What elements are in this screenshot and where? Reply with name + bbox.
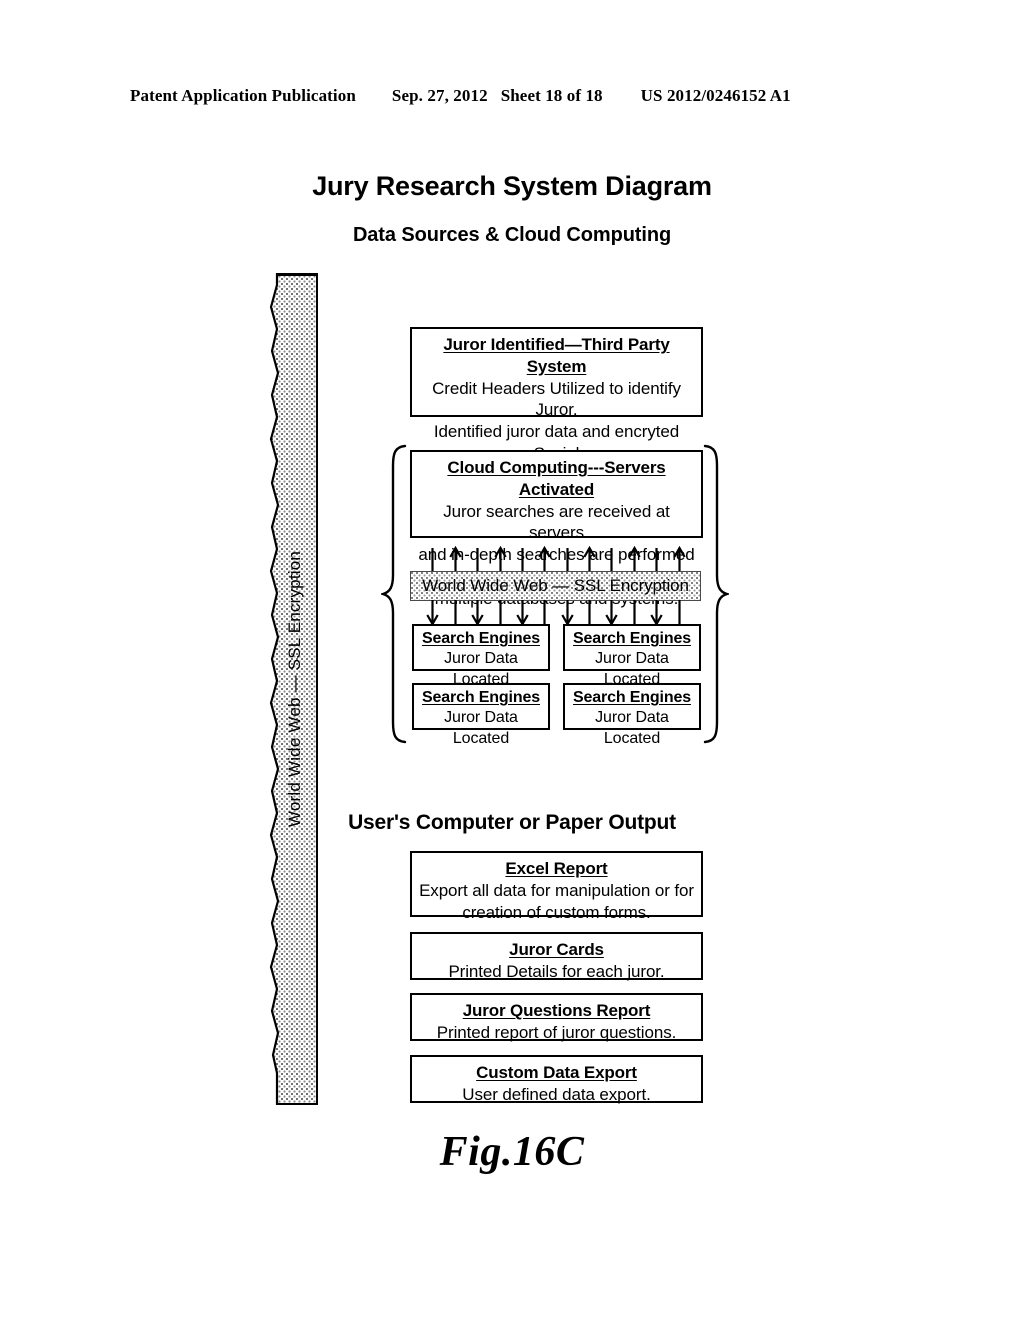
cloud-computing-box: Cloud Computing---Servers Activated Juro… (410, 450, 703, 608)
world-wide-web-ssl-band (266, 273, 318, 1105)
excel-report-line-2: creation of custom forms. (462, 902, 651, 922)
left-curly-brace (381, 444, 407, 744)
search-engines-title-4: Search Engines (573, 689, 691, 706)
cloud-computing-title: Cloud Computing---Servers Activated (447, 458, 666, 499)
diagram-title: Jury Research System Diagram (312, 171, 712, 201)
custom-data-export-line-1: User defined data export. (462, 1084, 651, 1104)
juror-identified-line-1: Credit Headers Utilized to identify Juro… (432, 378, 681, 420)
downward-data-flow-arrows (426, 600, 681, 626)
juror-questions-line-1: Printed report of juror questions. (436, 1022, 677, 1042)
header-date-label: Sep. 27, 2012 (391, 86, 488, 105)
ssl-band-torn-left-edge (266, 273, 280, 1105)
juror-identified-box: Juror Identified—Third Party System Cred… (410, 327, 703, 506)
juror-questions-report-box: Juror Questions Report Printed report of… (410, 993, 703, 1042)
search-engines-body-4: Juror Data Located (595, 709, 669, 747)
header-patent-number: US 2012/0246152 A1 (640, 86, 791, 105)
search-engines-box-1: Search Engines Juror Data Located (412, 624, 550, 688)
right-curly-brace (703, 444, 729, 744)
diagram-subtitle: Data Sources & Cloud Computing (352, 224, 672, 246)
excel-report-line-1: Export all data for manipulation or for (419, 880, 694, 900)
juror-cards-line-1: Printed Details for each juror. (448, 961, 665, 981)
search-engines-box-2: Search Engines Juror Data Located (563, 624, 701, 688)
header-sheet-label: Sheet 18 of 18 (500, 86, 603, 105)
juror-questions-title: Juror Questions Report (462, 1001, 651, 1020)
juror-cards-box: Juror Cards Printed Details for each jur… (410, 932, 703, 981)
world-wide-web-ssl-strip: World Wide Web — SSL Encryption (410, 571, 701, 601)
custom-data-export-title: Custom Data Export (476, 1063, 637, 1082)
search-engines-box-3: Search Engines Juror Data Located (412, 683, 550, 747)
www-strip-label: World Wide Web — SSL Encryption (422, 576, 689, 595)
search-engines-title-3: Search Engines (422, 689, 540, 706)
juror-identified-title: Juror Identified—Third Party System (443, 335, 670, 376)
juror-cards-title: Juror Cards (509, 940, 604, 959)
search-engines-body-3: Juror Data Located (444, 709, 518, 747)
excel-report-title: Excel Report (505, 859, 608, 878)
upward-data-flow-arrows (431, 546, 686, 572)
figure-caption: Fig.16C (439, 1129, 585, 1175)
header-publication-label: Patent Application Publication (130, 86, 356, 105)
patent-page-header: Patent Application Publication Sep. 27, … (130, 86, 894, 112)
search-engines-title-2: Search Engines (573, 630, 691, 647)
excel-report-box: Excel Report Export all data for manipul… (410, 851, 703, 922)
output-section-heading: User's Computer or Paper Output (348, 811, 676, 834)
cloud-computing-line-1: Juror searches are received at servers (443, 501, 670, 543)
search-engines-box-4: Search Engines Juror Data Located (563, 683, 701, 747)
search-engines-title-1: Search Engines (422, 630, 540, 647)
custom-data-export-box: Custom Data Export User defined data exp… (410, 1055, 703, 1104)
